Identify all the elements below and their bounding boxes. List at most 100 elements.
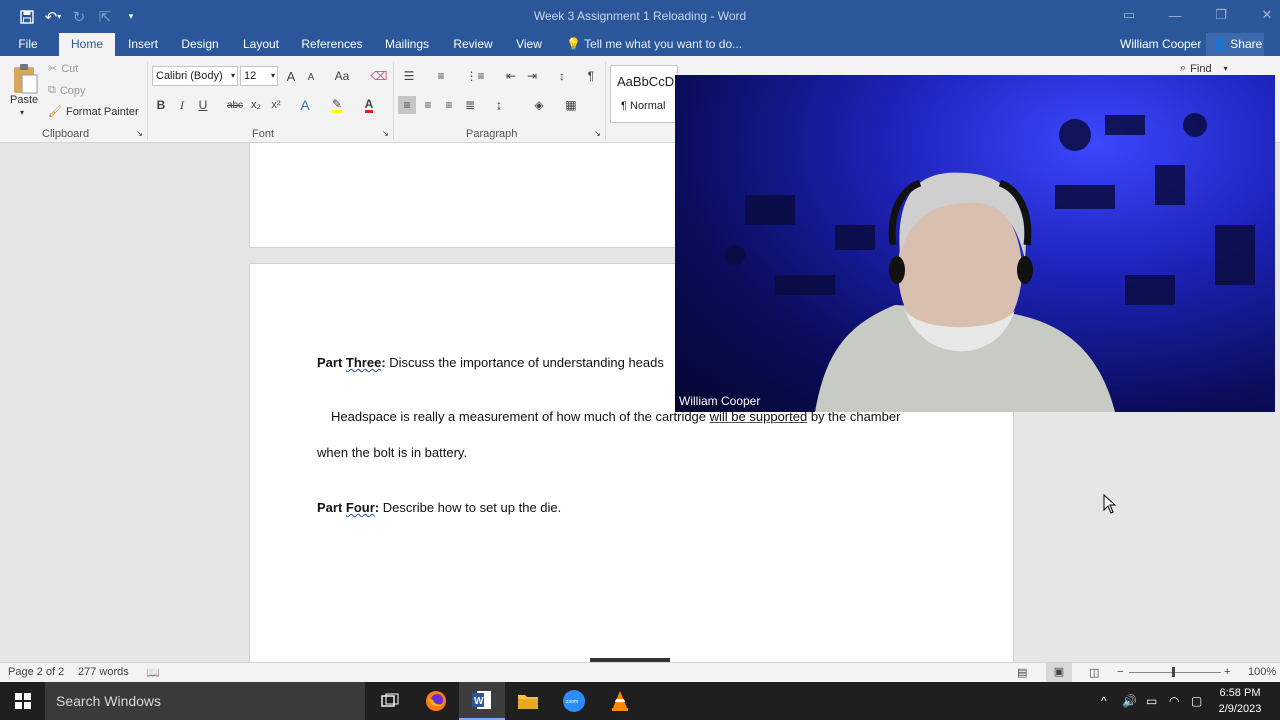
- window-title: Week 3 Assignment 1 Reloading - Word: [533, 9, 747, 23]
- vlc-icon[interactable]: [597, 682, 643, 720]
- tab-references[interactable]: References: [298, 33, 366, 56]
- close-button[interactable]: ✕: [1244, 0, 1280, 30]
- paste-dropdown-icon[interactable]: ▾: [20, 108, 24, 117]
- paragraph-launcher-icon[interactable]: ↘: [594, 129, 601, 138]
- font-color-icon[interactable]: A: [360, 96, 378, 114]
- numbering-icon[interactable]: ≡: [432, 67, 450, 85]
- start-button[interactable]: [0, 682, 45, 720]
- part-four-paragraph: Part Four: Describe how to set up the di…: [317, 500, 562, 515]
- title-bar: ↶ ▾ ↻ ⇱ ▾ Week 3 Assignment 1 Reloading -…: [0, 0, 1280, 33]
- shrink-font-icon[interactable]: A: [302, 68, 320, 86]
- wifi-icon[interactable]: ◠: [1169, 682, 1179, 720]
- tab-insert[interactable]: Insert: [121, 33, 165, 56]
- decrease-indent-icon[interactable]: ⇤: [502, 67, 520, 85]
- copy-button[interactable]: ⧉ Copy: [48, 84, 86, 97]
- page-count[interactable]: Page 2 of 2: [8, 666, 64, 678]
- paste-button[interactable]: Paste: [10, 94, 38, 106]
- text-effects-icon[interactable]: A: [296, 96, 314, 114]
- strikethrough-button[interactable]: abc: [226, 96, 244, 114]
- borders-icon[interactable]: ▦: [562, 96, 580, 114]
- system-clock[interactable]: 6:58 PM 2/9/2023: [1210, 685, 1270, 717]
- zoom-icon[interactable]: zoom: [551, 682, 597, 720]
- clipboard-launcher-icon[interactable]: ↘: [136, 129, 143, 138]
- justify-icon[interactable]: ≣: [461, 96, 479, 114]
- format-painter-button[interactable]: 🖌 Format Painter: [48, 105, 139, 119]
- tell-me-text: Tell me what you want to do...: [584, 37, 743, 51]
- tab-mailings[interactable]: Mailings: [379, 33, 435, 56]
- person-icon: 👤: [1212, 37, 1227, 51]
- taskbar-search[interactable]: Search Windows: [45, 682, 365, 720]
- align-right-icon[interactable]: ≡: [440, 96, 458, 114]
- paste-icon[interactable]: [8, 61, 42, 97]
- clear-formatting-icon[interactable]: ⌫: [370, 67, 388, 85]
- minimize-button[interactable]: —: [1152, 0, 1198, 30]
- change-case-icon[interactable]: Aa: [328, 67, 356, 85]
- style-normal[interactable]: AaBbCcD ¶ Normal: [610, 65, 678, 123]
- subscript-button[interactable]: x₂: [247, 96, 265, 114]
- task-view-icon[interactable]: [367, 682, 413, 720]
- user-account[interactable]: William Cooper: [1120, 33, 1201, 56]
- zoom-out-button[interactable]: −: [1117, 666, 1123, 678]
- tab-design[interactable]: Design: [176, 33, 224, 56]
- shading-icon[interactable]: ◈: [530, 96, 548, 114]
- maximize-button[interactable]: ❐: [1198, 0, 1244, 30]
- superscript-button[interactable]: x²: [267, 96, 285, 114]
- bold-button[interactable]: B: [152, 96, 170, 114]
- copy-icon: ⧉: [48, 84, 56, 96]
- proofing-icon[interactable]: 📖: [146, 666, 160, 679]
- read-mode-icon[interactable]: ▤: [1017, 666, 1027, 679]
- sort-icon[interactable]: ↕: [553, 67, 571, 85]
- clipboard-group-label: Clipboard: [42, 128, 90, 140]
- firefox-icon[interactable]: [413, 682, 459, 720]
- status-bar: Page 2 of 2 277 words 📖 ▤ ▣ ◫ − + 100%: [0, 662, 1280, 682]
- align-center-icon[interactable]: ≡: [419, 96, 437, 114]
- scissors-icon: ✂: [48, 63, 58, 75]
- paragraph-group-label: Paragraph: [466, 128, 518, 140]
- word-count[interactable]: 277 words: [78, 666, 129, 678]
- bullets-icon[interactable]: ☰: [400, 67, 418, 85]
- tab-view[interactable]: View: [510, 33, 548, 56]
- window-controls: ▭ — ❐ ✕: [1106, 0, 1280, 30]
- increase-indent-icon[interactable]: ⇥: [523, 67, 541, 85]
- answer-line-2: when the bolt is in battery.: [317, 445, 468, 460]
- font-group-label: Font: [252, 128, 275, 140]
- separator: [147, 62, 148, 140]
- magnifier-icon: ⌕: [1180, 62, 1187, 74]
- battery-icon[interactable]: ▭: [1146, 682, 1157, 720]
- zoom-in-button[interactable]: +: [1224, 666, 1230, 678]
- web-layout-icon[interactable]: ◫: [1089, 666, 1099, 679]
- align-left-icon[interactable]: ≡: [398, 96, 416, 114]
- underline-button[interactable]: U: [194, 96, 212, 114]
- italic-button[interactable]: I: [173, 96, 191, 114]
- print-layout-icon[interactable]: ▣: [1046, 663, 1072, 682]
- font-name-combo[interactable]: Calibri (Body) ▾: [152, 66, 238, 86]
- tab-home[interactable]: Home: [59, 33, 115, 56]
- zoom-slider[interactable]: [1129, 672, 1221, 673]
- show-hidden-icons[interactable]: ^: [1101, 682, 1107, 720]
- volume-icon[interactable]: 🔊: [1122, 682, 1137, 720]
- tell-me-search[interactable]: 💡 Tell me what you want to do...: [566, 33, 742, 56]
- mouse-cursor-icon: [1103, 494, 1117, 514]
- highlight-color-icon[interactable]: ✎: [328, 96, 346, 114]
- separator: [393, 62, 394, 140]
- action-center-icon[interactable]: ▢: [1191, 682, 1202, 720]
- tab-review[interactable]: Review: [448, 33, 498, 56]
- tab-file[interactable]: File: [8, 33, 48, 56]
- paintbrush-icon: 🖌: [48, 106, 62, 118]
- cut-button[interactable]: ✂ Cut: [48, 62, 78, 76]
- multilevel-list-icon[interactable]: ⋮≡: [466, 67, 485, 85]
- font-launcher-icon[interactable]: ↘: [382, 129, 389, 138]
- find-button[interactable]: ⌕ Find ▾: [1180, 62, 1228, 75]
- zoom-slider-thumb[interactable]: [1172, 667, 1175, 677]
- zoom-level[interactable]: 100%: [1248, 666, 1276, 678]
- share-button[interactable]: 👤 Share: [1206, 33, 1264, 56]
- line-spacing-icon[interactable]: ↨: [490, 96, 508, 114]
- font-size-combo[interactable]: 12 ▾: [240, 66, 278, 86]
- word-icon[interactable]: W: [459, 682, 505, 720]
- ribbon-display-options-icon[interactable]: ▭: [1106, 0, 1152, 30]
- grow-font-icon[interactable]: A: [282, 67, 300, 85]
- file-explorer-icon[interactable]: [505, 682, 551, 720]
- webcam-overlay: William Cooper: [675, 75, 1275, 412]
- tab-layout[interactable]: Layout: [238, 33, 284, 56]
- show-formatting-icon[interactable]: ¶: [582, 67, 600, 85]
